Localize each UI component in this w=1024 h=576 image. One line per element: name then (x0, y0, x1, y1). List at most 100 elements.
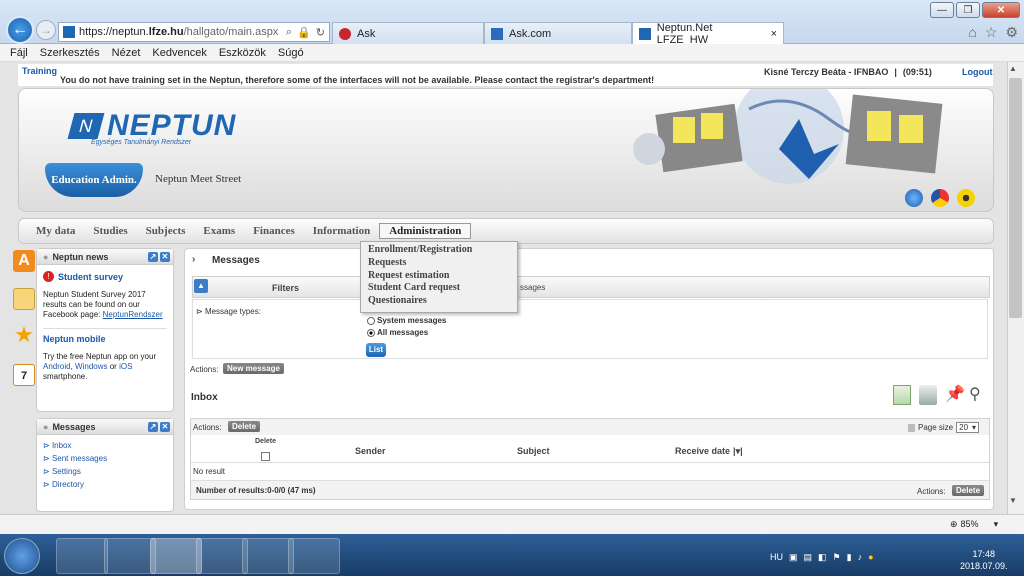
tray-icon[interactable]: ◧ (818, 552, 827, 563)
nav-administration[interactable]: Administration (379, 223, 472, 239)
media-player-icon[interactable] (242, 538, 294, 574)
favorites-a-icon[interactable]: A (13, 250, 35, 272)
printer-icon[interactable] (919, 385, 937, 405)
zoom-control[interactable]: ⊕ 85% ▾ (950, 519, 998, 530)
menu-enrollment-registration[interactable]: Enrollment/Registration (368, 244, 510, 257)
tray-icon[interactable]: ▤ (804, 552, 813, 563)
notification-icon[interactable]: ● (868, 552, 873, 562)
menu-edit[interactable]: Szerkesztés (40, 47, 100, 59)
refresh-icon[interactable]: ↻ (316, 26, 325, 39)
scroll-down-icon[interactable]: ▼ (1009, 496, 1017, 505)
filters-header[interactable] (192, 276, 990, 298)
ios-link[interactable]: iOS (119, 362, 132, 371)
training-link[interactable]: Training (22, 66, 57, 76)
start-button-icon[interactable] (4, 538, 40, 574)
lock-icon[interactable]: 🔒 (297, 26, 311, 39)
panel-link-directory[interactable]: Directory (52, 480, 84, 489)
globe-icon[interactable] (905, 189, 923, 207)
android-link[interactable]: Android (43, 362, 71, 371)
nav-studies[interactable]: Studies (84, 218, 136, 244)
calendar-icon[interactable]: 7 (13, 364, 35, 386)
tab-close-icon[interactable]: × (771, 28, 777, 40)
collapse-filters-icon[interactable]: ▲ (194, 279, 208, 293)
save-floppy-icon[interactable] (196, 538, 248, 574)
menu-favorites[interactable]: Kedvencek (152, 47, 206, 59)
language-indicator[interactable]: HU (770, 552, 783, 562)
radio-checked-icon[interactable] (367, 328, 375, 337)
address-bar[interactable]: https://neptun.lfze.hu/hallgato/main.asp… (58, 22, 330, 42)
delete-button-top[interactable]: Delete (228, 421, 261, 432)
nav-my-data[interactable]: My data (27, 218, 84, 244)
tab-neptun[interactable]: Neptun.Net LFZE_HW × (632, 22, 784, 46)
radio-system[interactable]: System messages (367, 316, 446, 325)
zoom-dropdown-icon[interactable]: ▾ (994, 519, 999, 530)
meet-street-link[interactable]: Neptun Meet Street (155, 173, 241, 185)
menu-request-estimation[interactable]: Request estimation (368, 270, 510, 283)
network-icon[interactable]: ▮ (847, 552, 852, 563)
menu-view[interactable]: Nézet (112, 47, 141, 59)
delete-button-bottom[interactable]: Delete (952, 485, 985, 496)
sort-desc-icon[interactable]: |▾| (733, 446, 743, 457)
tab-ask[interactable]: Ask (332, 22, 484, 44)
col-date-header[interactable]: Receive date |▾| (675, 446, 743, 457)
facebook-link[interactable]: NeptunRendszer (103, 310, 163, 319)
panel-link-sent[interactable]: Sent messages (52, 454, 107, 463)
panel-expand-icon[interactable]: ↗ (148, 251, 158, 262)
col-sender-header[interactable]: Sender (355, 446, 386, 456)
panel-close-icon[interactable]: ✕ (160, 421, 170, 432)
powerpoint-icon[interactable] (288, 538, 340, 574)
list-button[interactable]: List (366, 343, 386, 357)
system-clock[interactable]: 17:48 2018.07.09. (960, 548, 1008, 572)
menu-questionaires[interactable]: Questionaires (368, 295, 510, 308)
star-icon[interactable]: ★ (13, 324, 35, 346)
nav-subjects[interactable]: Subjects (137, 218, 195, 244)
menu-help[interactable]: Súgó (278, 47, 304, 59)
nav-finances[interactable]: Finances (244, 218, 304, 244)
windows-link[interactable]: Windows (75, 362, 107, 371)
hazard-icon[interactable] (957, 189, 975, 207)
volume-icon[interactable]: ♪ (858, 552, 863, 562)
menu-tools[interactable]: Eszközök (219, 47, 266, 59)
search-magnifier-icon[interactable]: ⚲ (969, 385, 987, 405)
close-window-button[interactable]: ✕ (982, 2, 1020, 18)
nav-exams[interactable]: Exams (194, 218, 244, 244)
radio-unchecked-icon[interactable] (367, 316, 375, 325)
menu-requests[interactable]: Requests (368, 257, 510, 270)
excel-export-icon[interactable] (893, 385, 911, 405)
pin-icon[interactable]: 📌 (945, 385, 965, 405)
panel-close-icon[interactable]: ✕ (160, 251, 170, 262)
favorites-star-icon[interactable]: ☆ (985, 24, 998, 41)
scrollbar-thumb[interactable] (1009, 78, 1022, 318)
menu-student-card-request[interactable]: Student Card request (368, 282, 510, 295)
panel-link-inbox[interactable]: Inbox (52, 441, 72, 450)
language-flag-icon[interactable] (931, 189, 949, 207)
forward-button[interactable]: → (36, 20, 56, 40)
logout-link[interactable]: Logout (962, 67, 993, 77)
page-favicon-icon (63, 26, 75, 38)
flag-icon[interactable]: ⚑ (833, 552, 841, 563)
tab-label: Ask.com (509, 27, 552, 40)
home-icon[interactable]: ⌂ (968, 24, 976, 41)
page-size-select[interactable]: 20 ▾ (956, 422, 980, 433)
settings-gear-icon[interactable]: ⚙ (1005, 24, 1018, 41)
tray-icon[interactable]: ▣ (789, 552, 798, 563)
neptun-logo[interactable]: NEPTUN (107, 109, 236, 143)
menu-file[interactable]: Fájl (10, 47, 28, 59)
new-message-button[interactable]: New message (223, 363, 284, 374)
firefox-icon[interactable] (104, 538, 156, 574)
tab-askcom[interactable]: Ask.com (484, 22, 632, 44)
search-icon[interactable]: ⌕ (286, 26, 292, 39)
scroll-up-icon[interactable]: ▲ (1009, 64, 1017, 73)
panel-expand-icon[interactable]: ↗ (148, 421, 158, 432)
panel-link-settings[interactable]: Settings (52, 467, 81, 476)
col-subject-header[interactable]: Subject (517, 446, 550, 456)
file-explorer-icon[interactable] (56, 538, 108, 574)
mail-envelope-icon[interactable] (13, 288, 35, 310)
back-button[interactable]: ← (6, 16, 34, 44)
internet-explorer-icon[interactable] (150, 538, 202, 574)
select-all-checkbox[interactable] (261, 452, 270, 461)
survey-title[interactable]: Student survey (58, 272, 123, 282)
maximize-button[interactable]: ❐ (956, 2, 980, 18)
minimize-button[interactable]: — (930, 2, 954, 18)
radio-all[interactable]: All messages (367, 328, 428, 337)
